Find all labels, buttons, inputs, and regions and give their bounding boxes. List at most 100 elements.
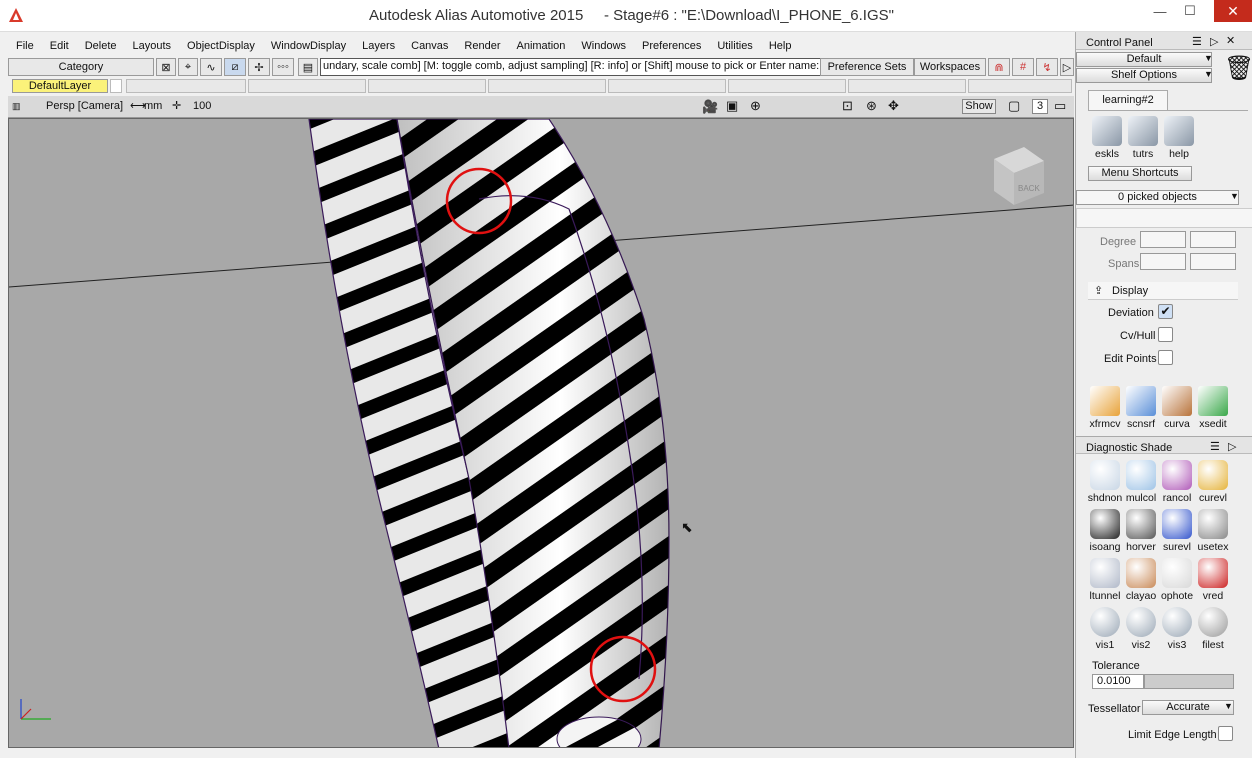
shelf-tab[interactable]: learning#2	[1088, 90, 1168, 110]
frame-icon[interactable]: ▣	[726, 98, 738, 114]
layer-slot[interactable]	[728, 79, 846, 93]
ophote-icon[interactable]	[1162, 558, 1192, 588]
limit-edge-checkbox[interactable]	[1218, 726, 1233, 741]
menu-animation[interactable]: Animation	[509, 40, 574, 52]
curva-icon[interactable]	[1162, 386, 1192, 416]
menu-delete[interactable]: Delete	[77, 40, 125, 52]
vred-icon[interactable]	[1198, 558, 1228, 588]
layer-slot[interactable]	[248, 79, 366, 93]
menu-render[interactable]: Render	[456, 40, 508, 52]
view-cube[interactable]: BACK	[994, 147, 1044, 205]
picked-objects-dropdown[interactable]: 0 picked objects	[1076, 190, 1239, 205]
default-dropdown[interactable]: Default	[1076, 52, 1212, 67]
menu-edit[interactable]: Edit	[42, 40, 77, 52]
curve-icon[interactable]: ∿	[200, 58, 222, 76]
mulcol-icon[interactable]	[1126, 460, 1156, 490]
vis3-icon[interactable]	[1162, 607, 1192, 637]
filest-icon[interactable]	[1198, 607, 1228, 637]
layer-slot[interactable]	[368, 79, 486, 93]
diag-expand-icon[interactable]: ▷	[1228, 440, 1236, 453]
vis1-icon[interactable]	[1090, 607, 1120, 637]
degree-u-field[interactable]	[1140, 231, 1186, 248]
menu-help[interactable]: Help	[761, 40, 800, 52]
menu-layers[interactable]: Layers	[354, 40, 403, 52]
layer-slot[interactable]	[968, 79, 1072, 93]
trash-icon[interactable]: 🗑	[1224, 54, 1252, 83]
pick-icon[interactable]: ⊠	[156, 58, 176, 76]
window-icon[interactable]: ▢	[1008, 98, 1020, 114]
toolbar-arrow-icon[interactable]: ▷	[1060, 58, 1074, 76]
preference-sets-button[interactable]: Preference Sets	[820, 58, 914, 76]
menu-file[interactable]: File	[8, 40, 42, 52]
menu-shortcuts-tab[interactable]: Menu Shortcuts	[1088, 166, 1192, 181]
spans-u-field[interactable]	[1140, 253, 1186, 270]
menu-windows[interactable]: Windows	[573, 40, 634, 52]
shdnon-icon[interactable]	[1090, 460, 1120, 490]
viewport-canvas[interactable]: BACK ⬉	[8, 118, 1074, 748]
fit-icon[interactable]: ⊡	[842, 98, 853, 114]
edit-points-checkbox[interactable]	[1158, 350, 1173, 365]
spans-v-field[interactable]	[1190, 253, 1236, 270]
default-layer[interactable]: DefaultLayer	[12, 79, 108, 93]
viewport-menu-icon[interactable]: ▥	[12, 101, 21, 112]
diag-menu-icon[interactable]: ☰	[1210, 440, 1220, 453]
tessellator-dropdown[interactable]: Accurate	[1142, 700, 1234, 715]
layer-slot[interactable]	[848, 79, 966, 93]
category-dropdown[interactable]: Category	[8, 58, 154, 76]
pan-icon[interactable]: ✥	[888, 98, 899, 114]
surface-icon[interactable]: ⧄	[224, 58, 246, 76]
usetex-icon[interactable]	[1198, 509, 1228, 539]
horver-icon[interactable]	[1126, 509, 1156, 539]
clayao-icon[interactable]	[1126, 558, 1156, 588]
maximize-button[interactable]: ☐	[1176, 0, 1204, 22]
shelf-options-dropdown[interactable]: Shelf Options	[1076, 68, 1212, 83]
help-icon[interactable]	[1164, 116, 1194, 146]
deviation-checkbox[interactable]: ✔	[1158, 304, 1173, 319]
minimize-button[interactable]: —	[1146, 0, 1174, 22]
rancol-icon[interactable]	[1162, 460, 1192, 490]
show-button[interactable]: Show	[962, 99, 996, 114]
ltunnel-icon[interactable]	[1090, 558, 1120, 588]
viewport-count[interactable]: 3	[1032, 99, 1048, 114]
snap-icon[interactable]: ✢	[248, 58, 270, 76]
curve-snap-icon[interactable]: ↯	[1036, 58, 1058, 76]
tolerance-field[interactable]: 0.0100	[1092, 674, 1144, 689]
panel-expand-icon[interactable]: ▷	[1210, 35, 1218, 48]
display-section-header[interactable]: ⇪ Display	[1088, 282, 1238, 300]
menu-utilities[interactable]: Utilities	[709, 40, 760, 52]
tutrs-icon[interactable]	[1128, 116, 1158, 146]
workspaces-button[interactable]: Workspaces	[914, 58, 986, 76]
menu-windowdisplay[interactable]: WindowDisplay	[263, 40, 354, 52]
transform-icon[interactable]: ⌖	[178, 58, 198, 76]
degree-v-field[interactable]	[1190, 231, 1236, 248]
menu-canvas[interactable]: Canvas	[403, 40, 456, 52]
camera-icon[interactable]: 🎥	[702, 99, 718, 115]
menu-preferences[interactable]: Preferences	[634, 40, 709, 52]
cvhull-checkbox[interactable]	[1158, 327, 1173, 342]
zoom-icon[interactable]: ⊕	[750, 98, 761, 114]
magnet-icon[interactable]: ⋒	[988, 58, 1010, 76]
layer-slot[interactable]	[488, 79, 606, 93]
prompt-line[interactable]: undary, scale comb] [M: toggle comb, adj…	[320, 58, 825, 76]
tumble-icon[interactable]: ⊛	[866, 98, 877, 114]
curevl-icon[interactable]	[1198, 460, 1228, 490]
menu-layouts[interactable]: Layouts	[125, 40, 180, 52]
xfrmcv-icon[interactable]	[1090, 386, 1120, 416]
layer-checkbox[interactable]	[110, 79, 122, 93]
eskls-icon[interactable]	[1092, 116, 1122, 146]
camera-label[interactable]: Persp [Camera]	[46, 100, 123, 112]
scnsrf-icon[interactable]	[1126, 386, 1156, 416]
isoang-icon[interactable]	[1090, 509, 1120, 539]
close-button[interactable]: ✕	[1214, 0, 1252, 22]
panel-menu-icon[interactable]: ☰	[1192, 35, 1202, 48]
xsedit-icon[interactable]	[1198, 386, 1228, 416]
tolerance-slider[interactable]	[1144, 674, 1234, 689]
panel-close-icon[interactable]: ✕	[1226, 34, 1235, 47]
layer-slot[interactable]	[608, 79, 726, 93]
layer-slot[interactable]	[126, 79, 246, 93]
menu-objectdisplay[interactable]: ObjectDisplay	[179, 40, 263, 52]
vis2-icon[interactable]	[1126, 607, 1156, 637]
more-icon[interactable]: ◦◦◦	[272, 58, 294, 76]
prompt-history-icon[interactable]: ▤	[298, 58, 318, 76]
maximize-viewport-icon[interactable]: ▭	[1054, 98, 1066, 114]
